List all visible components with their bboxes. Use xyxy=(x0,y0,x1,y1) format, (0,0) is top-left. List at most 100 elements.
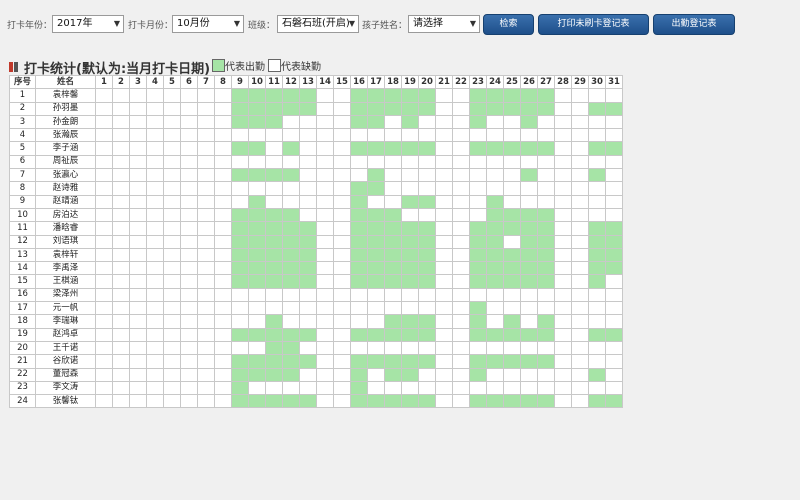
attendance-cell-absent xyxy=(452,154,470,170)
attendance-cell-absent xyxy=(520,181,538,196)
attendance-cell-absent xyxy=(265,128,283,143)
header-day: 14 xyxy=(316,74,334,90)
attendance-cell-present xyxy=(248,221,266,236)
attendance-cell-absent xyxy=(435,154,453,170)
attendance-cell-present xyxy=(588,247,606,263)
attendance-cell-absent xyxy=(503,301,521,316)
attendance-cell-absent xyxy=(418,128,436,143)
attendance-cell-present xyxy=(503,314,521,329)
attendance-cell-absent xyxy=(333,101,351,116)
attendance-cell-absent xyxy=(452,394,470,409)
table-row: 9 赵靖涵 xyxy=(9,194,623,209)
class-select[interactable]: 石磐石班(开启) ▼ xyxy=(277,15,359,33)
row-index: 2 xyxy=(9,101,36,116)
attendance-cell-present xyxy=(299,274,317,289)
attendance-cell-absent xyxy=(605,354,623,369)
present-swatch-icon xyxy=(212,59,225,72)
attendance-cell-absent xyxy=(452,168,470,183)
attendance-cell-absent xyxy=(333,128,351,143)
attendance-cell-present xyxy=(486,394,504,409)
attendance-cell-absent xyxy=(197,207,215,223)
attendance-cell-absent xyxy=(214,261,232,276)
year-select-value: 2017年 xyxy=(57,18,93,29)
attendance-cell-present xyxy=(350,354,368,369)
attendance-cell-absent xyxy=(180,114,198,130)
attendance-cell-present xyxy=(401,247,419,263)
attendance-cell-absent xyxy=(197,274,215,289)
attendance-cell-present xyxy=(231,327,249,342)
attendance-cell-absent xyxy=(265,380,283,396)
header-day: 16 xyxy=(350,74,368,90)
attendance-cell-absent xyxy=(180,340,198,356)
month-select[interactable]: 10月份 ▼ xyxy=(172,15,244,33)
attendance-cell-present xyxy=(265,367,283,382)
attendance-cell-present xyxy=(401,88,419,103)
attendance-cell-absent xyxy=(401,128,419,143)
attendance-cell-absent xyxy=(486,314,504,329)
attendance-cell-absent xyxy=(333,141,351,156)
attendance-cell-present xyxy=(469,88,487,103)
attendance-cell-absent xyxy=(469,168,487,183)
child-select[interactable]: 请选择 ▼ xyxy=(408,15,480,33)
attendance-cell-present xyxy=(231,247,249,263)
student-name: 赵鸿卓 xyxy=(35,327,96,342)
attendance-cell-present xyxy=(265,261,283,276)
class-select-value: 石磐石班(开启) xyxy=(282,18,350,29)
attendance-cell-absent xyxy=(146,274,164,289)
attendance-cell-present xyxy=(418,327,436,342)
attendance-cell-present xyxy=(367,354,385,369)
attendance-cell-present xyxy=(231,234,249,249)
attendance-cell-present xyxy=(469,234,487,249)
year-select[interactable]: 2017年 ▼ xyxy=(52,15,124,33)
attendance-sheet-button[interactable]: 出勤登记表 xyxy=(653,14,735,35)
attendance-cell-absent xyxy=(265,287,283,303)
attendance-cell-present xyxy=(265,314,283,329)
attendance-cell-absent xyxy=(333,367,351,382)
attendance-cell-absent xyxy=(469,380,487,396)
attendance-cell-absent xyxy=(384,128,402,143)
attendance-cell-absent xyxy=(605,114,623,130)
print-unpunched-button[interactable]: 打印未刷卡登记表 xyxy=(538,14,649,35)
table-row: 4 张瀚辰 xyxy=(9,128,623,143)
student-name: 张瀚辰 xyxy=(35,128,96,143)
attendance-cell-absent xyxy=(197,234,215,249)
attendance-cell-absent xyxy=(350,314,368,329)
attendance-cell-absent xyxy=(520,287,538,303)
row-index: 9 xyxy=(9,194,36,209)
attendance-cell-absent xyxy=(299,168,317,183)
attendance-cell-absent xyxy=(605,88,623,103)
table-row: 12 刘语琪 xyxy=(9,234,623,249)
attendance-cell-absent xyxy=(537,114,555,130)
attendance-cell-absent xyxy=(214,274,232,289)
attendance-cell-present xyxy=(282,101,300,116)
header-day: 7 xyxy=(197,74,215,90)
attendance-cell-absent xyxy=(520,154,538,170)
attendance-cell-absent xyxy=(486,287,504,303)
attendance-cell-absent xyxy=(197,221,215,236)
row-index: 18 xyxy=(9,314,36,329)
attendance-cell-absent xyxy=(605,274,623,289)
attendance-cell-absent xyxy=(197,261,215,276)
attendance-cell-absent xyxy=(333,301,351,316)
attendance-cell-absent xyxy=(554,101,572,116)
attendance-cell-absent xyxy=(146,181,164,196)
attendance-cell-absent xyxy=(435,274,453,289)
search-button[interactable]: 检索 xyxy=(483,14,534,35)
attendance-cell-absent xyxy=(197,247,215,263)
attendance-cell-present xyxy=(588,141,606,156)
attendance-cell-absent xyxy=(214,88,232,103)
attendance-cell-present xyxy=(401,261,419,276)
attendance-cell-absent xyxy=(333,394,351,409)
attendance-cell-absent xyxy=(571,141,589,156)
attendance-cell-absent xyxy=(588,340,606,356)
legend-absent: 代表缺勤 xyxy=(268,58,321,73)
attendance-cell-absent xyxy=(163,261,181,276)
attendance-cell-absent xyxy=(146,354,164,369)
attendance-cell-present xyxy=(537,394,555,409)
attendance-cell-present xyxy=(418,141,436,156)
attendance-cell-absent xyxy=(265,141,283,156)
attendance-cell-absent xyxy=(214,114,232,130)
table-row: 16 梁泽州 xyxy=(9,287,623,303)
attendance-cell-absent xyxy=(605,194,623,209)
attendance-cell-present xyxy=(367,181,385,196)
